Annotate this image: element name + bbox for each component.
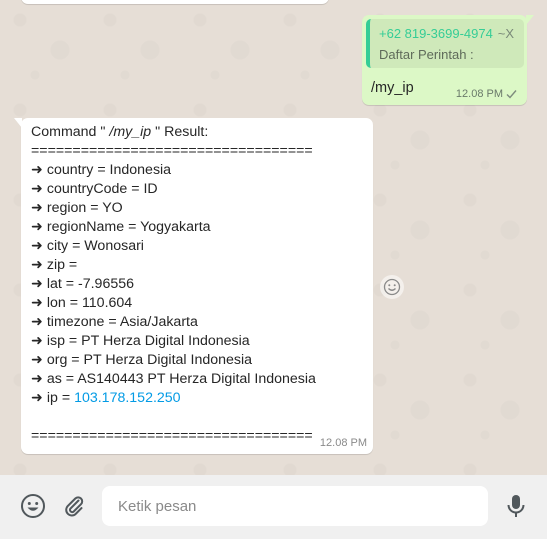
- outgoing-message-meta: 12.08 PM: [456, 88, 520, 100]
- field-value: Asia/Jakarta: [119, 314, 198, 330]
- arrow-icon: ➜: [31, 333, 43, 349]
- field-value: Wonosari: [84, 238, 144, 254]
- arrow-icon: ➜: [31, 390, 43, 406]
- microphone-icon: [507, 495, 525, 517]
- arrow-icon: ➜: [31, 219, 43, 235]
- field-value: PT Herza Digital Indonesia: [83, 352, 253, 368]
- result-line: ➜ region = YO: [31, 200, 123, 216]
- separator-top: ==================================: [31, 143, 313, 159]
- separator-bottom: ==================================: [31, 428, 313, 444]
- field-key: countryCode: [46, 181, 128, 197]
- field-value: AS140443 PT Herza Digital Indonesia: [77, 371, 316, 387]
- field-key: as: [46, 371, 62, 387]
- result-line: ➜ isp = PT Herza Digital Indonesia: [31, 333, 250, 349]
- result-line: ➜ as = AS140443 PT Herza Digital Indones…: [31, 371, 316, 387]
- result-line: ➜ regionName = Yogyakarta: [31, 219, 211, 235]
- field-key: timezone: [46, 314, 105, 330]
- attach-button[interactable]: [60, 492, 88, 520]
- outgoing-message-time: 12.08 PM: [455, 88, 503, 100]
- result-line: ➜ city = Wonosari: [31, 238, 144, 254]
- result-line: ➜ lat = -7.96556: [31, 276, 135, 292]
- paperclip-icon: [65, 496, 84, 517]
- result-line: ➜ org = PT Herza Digital Indonesia: [31, 352, 253, 368]
- arrow-icon: ➜: [31, 295, 43, 311]
- field-key: org: [46, 352, 68, 368]
- field-key: region: [46, 200, 87, 216]
- emoji-icon: [21, 494, 45, 518]
- arrow-icon: ➜: [31, 181, 43, 197]
- field-key: zip: [46, 257, 65, 273]
- arrow-icon: ➜: [31, 238, 43, 254]
- arrow-icon: ➜: [31, 314, 43, 330]
- composer-footer: [0, 475, 547, 539]
- quote-author-tag: ~X: [497, 26, 514, 41]
- arrow-icon: ➜: [31, 352, 43, 368]
- react-emoji-button[interactable]: [380, 275, 404, 299]
- field-key: regionName: [46, 219, 125, 235]
- quote-author: +62 819-3699-4974: [379, 26, 493, 41]
- header-prefix: Command ": [31, 124, 106, 140]
- incoming-message[interactable]: Command " /my_ip " Result: =============…: [14, 118, 373, 454]
- field-value: 110.604: [81, 295, 133, 311]
- result-line: ➜ countryCode = ID: [31, 181, 158, 197]
- field-key: city: [46, 238, 69, 254]
- double-check-icon: [506, 90, 517, 99]
- quoted-message[interactable]: +62 819-3699-4974 ~X Daftar Perintah :: [366, 19, 524, 68]
- field-key: isp: [46, 333, 65, 349]
- arrow-icon: ➜: [31, 276, 43, 292]
- field-value: YO: [102, 200, 123, 216]
- result-header: Command " /my_ip " Result:: [31, 123, 208, 142]
- result-line: ➜ country = Indonesia: [31, 162, 172, 178]
- field-value: -7.96556: [78, 276, 135, 292]
- outgoing-message-text: /my_ip: [371, 80, 414, 96]
- ip-link[interactable]: 103.178.152.250: [74, 390, 181, 406]
- field-value: Indonesia: [109, 162, 172, 178]
- field-key: lat: [46, 276, 62, 292]
- arrow-icon: ➜: [31, 371, 43, 387]
- arrow-icon: ➜: [31, 200, 43, 216]
- field-value: Yogyakarta: [140, 219, 211, 235]
- header-command: /my_ip: [109, 124, 152, 140]
- message-input[interactable]: [102, 486, 488, 526]
- microphone-button[interactable]: [502, 492, 530, 520]
- result-line: ➜ lon = 110.604: [31, 295, 133, 311]
- field-key: country: [46, 162, 94, 178]
- result-line: ➜ timezone = Asia/Jakarta: [31, 314, 198, 330]
- outgoing-message[interactable]: +62 819-3699-4974 ~X Daftar Perintah : /…: [362, 15, 534, 105]
- header-suffix: " Result:: [155, 124, 209, 140]
- incoming-message-time: 12.08 PM: [319, 437, 367, 449]
- smiley-icon: [383, 278, 401, 296]
- previous-message-bubble: [21, 0, 329, 4]
- result-line-ip: ➜ ip = 103.178.152.250: [31, 390, 181, 406]
- arrow-icon: ➜: [31, 162, 43, 178]
- field-key: ip: [46, 390, 58, 406]
- field-key: lon: [46, 295, 66, 311]
- result-line: ➜ zip =: [31, 257, 78, 273]
- quote-text: Daftar Perintah :: [379, 47, 474, 62]
- arrow-icon: ➜: [31, 257, 43, 273]
- field-value: PT Herza Digital Indonesia: [81, 333, 250, 349]
- emoji-button[interactable]: [19, 492, 47, 520]
- field-value: ID: [143, 181, 158, 197]
